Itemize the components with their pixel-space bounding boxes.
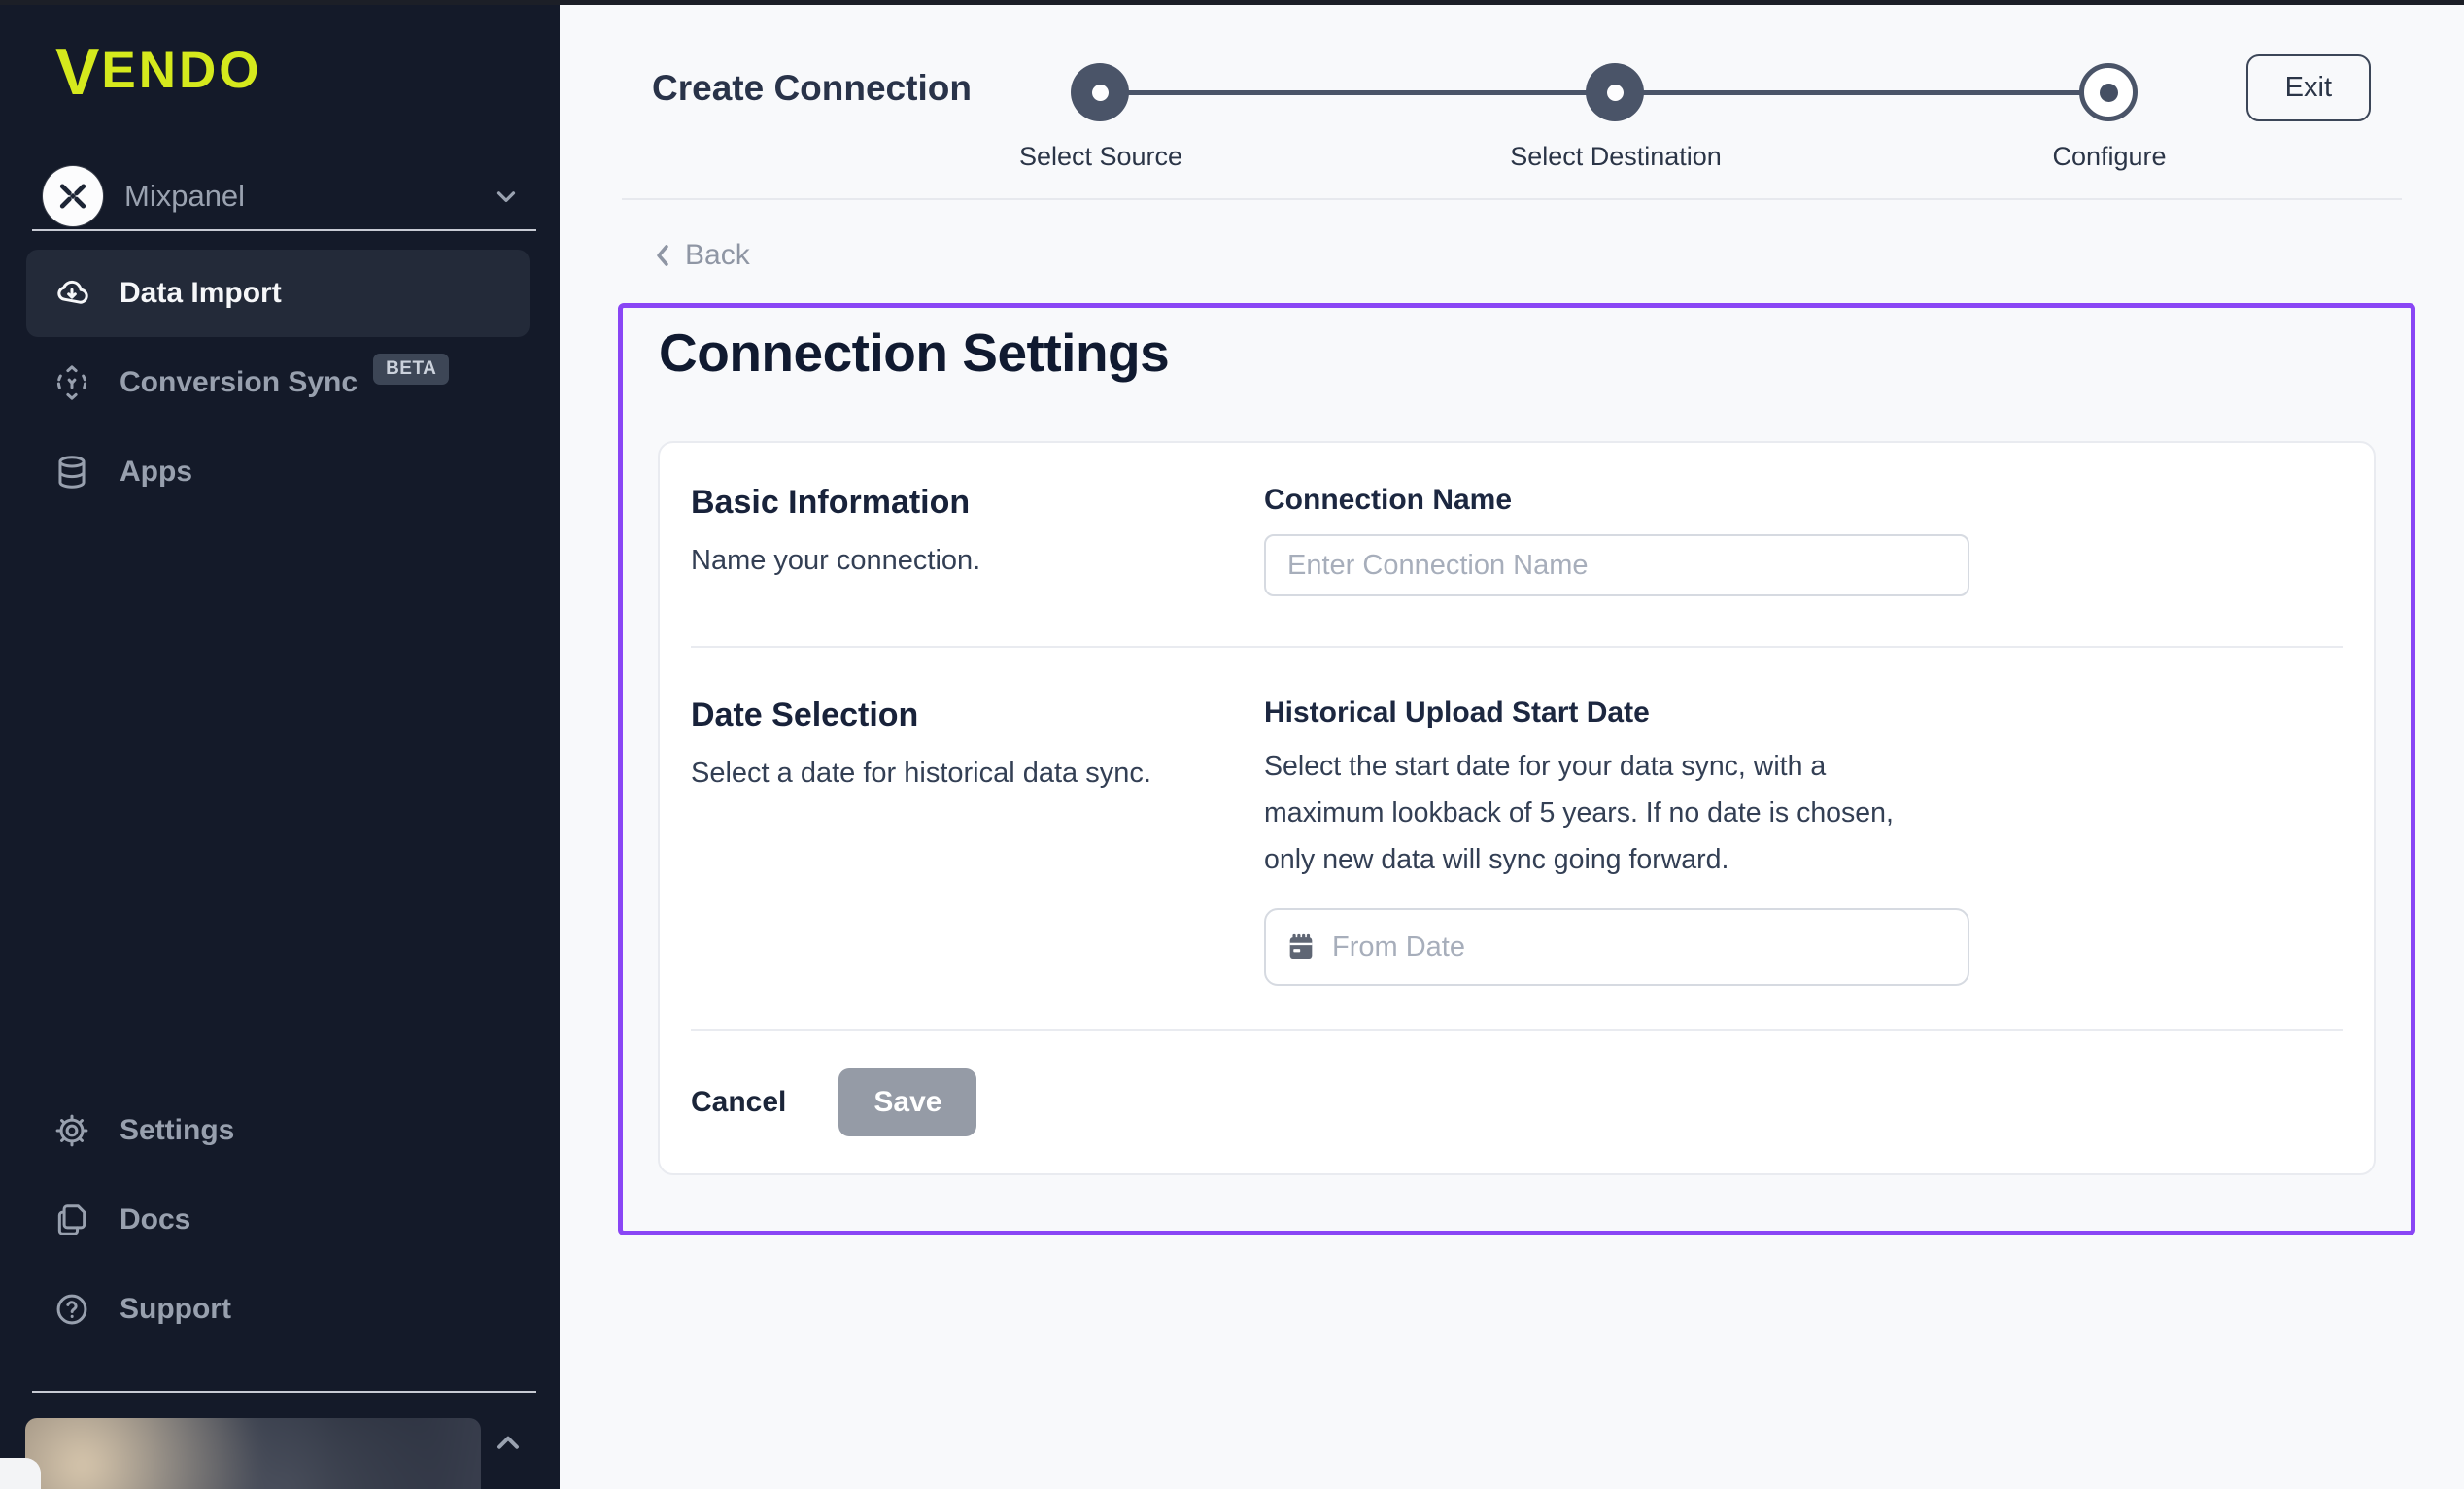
from-date-input[interactable] <box>1332 931 1948 964</box>
user-blurred-content <box>25 1418 481 1489</box>
connection-name-label: Connection Name <box>1264 484 2339 517</box>
sidebar-item-label: Apps <box>120 456 192 489</box>
step-dot-configure[interactable] <box>2079 63 2138 121</box>
mixpanel-logo-icon <box>43 166 103 226</box>
step-label-select-destination: Select Destination <box>1510 142 1722 172</box>
sidebar-item-apps[interactable]: Apps <box>26 428 530 516</box>
form-actions: Cancel Save <box>660 1031 2374 1173</box>
start-date-label: Historical Upload Start Date <box>1264 696 2339 729</box>
cloud-download-icon <box>53 275 90 312</box>
section-description: Name your connection. <box>691 545 1264 577</box>
settings-card: Basic Information Name your connection. … <box>658 441 2376 1175</box>
date-selection-row: Date Selection Select a date for histori… <box>660 648 2374 1029</box>
start-date-description: Select the start date for your data sync… <box>1264 743 1944 883</box>
user-account-card[interactable] <box>25 1418 481 1489</box>
sidebar-main-nav: Data Import Conversion Sync BETA Apps <box>26 250 530 518</box>
workspace-selector[interactable]: Mixpanel <box>43 163 521 229</box>
page-title: Create Connection <box>652 68 972 109</box>
database-icon <box>53 454 90 491</box>
beta-badge: BETA <box>373 354 449 385</box>
chevron-down-icon <box>492 182 521 211</box>
chevron-up-icon[interactable] <box>491 1426 526 1461</box>
connection-name-input[interactable] <box>1264 534 1969 596</box>
calendar-icon <box>1285 931 1317 963</box>
step-dot-select-source[interactable] <box>1071 63 1129 121</box>
basic-information-row: Basic Information Name your connection. … <box>660 443 2374 646</box>
sidebar-item-conversion-sync[interactable]: Conversion Sync BETA <box>26 339 530 426</box>
exit-button[interactable]: Exit <box>2246 54 2371 121</box>
sidebar-item-settings[interactable]: Settings <box>26 1087 530 1174</box>
main-area: Create Connection Select Source Select D… <box>560 0 2464 1489</box>
sidebar-divider-bottom <box>32 1391 536 1393</box>
sidebar-item-label: Data Import <box>120 277 282 310</box>
step-label-select-source: Select Source <box>1019 142 1182 172</box>
section-description: Select a date for historical data sync. <box>691 758 1264 790</box>
connection-settings-panel: Connection Settings Basic Information Na… <box>618 303 2415 1235</box>
chevron-left-icon <box>652 243 673 268</box>
sidebar-item-label: Settings <box>120 1114 234 1147</box>
window-top-edge <box>0 0 2464 5</box>
sidebar-footer-nav: Settings Docs Support <box>26 1087 530 1355</box>
header-divider <box>622 198 2402 200</box>
step-dot-select-destination[interactable] <box>1586 63 1644 121</box>
sidebar-item-label: Docs <box>120 1203 190 1236</box>
sidebar-item-label: Support <box>120 1293 231 1326</box>
help-icon <box>53 1291 90 1328</box>
sidebar-item-label: Conversion Sync <box>120 366 358 399</box>
section-heading: Basic Information <box>691 484 1264 522</box>
vendo-logo: VENDO <box>55 39 262 105</box>
workspace-name: Mixpanel <box>124 179 492 214</box>
stepper-line <box>1100 90 1615 95</box>
save-button[interactable]: Save <box>838 1068 976 1136</box>
from-date-field[interactable] <box>1264 908 1969 986</box>
sidebar-item-docs[interactable]: Docs <box>26 1176 530 1264</box>
step-label-configure: Configure <box>2052 142 2166 172</box>
gear-icon <box>53 1112 90 1149</box>
panel-title: Connection Settings <box>659 321 1169 384</box>
cancel-button[interactable]: Cancel <box>691 1086 786 1119</box>
corner-blob <box>0 1458 41 1489</box>
docs-icon <box>53 1201 90 1238</box>
sync-icon <box>53 364 90 401</box>
stepper-line <box>1615 90 2108 95</box>
section-heading: Date Selection <box>691 696 1264 734</box>
back-link[interactable]: Back <box>652 239 750 272</box>
sidebar: VENDO Mixpanel Data Import <box>0 0 560 1489</box>
sidebar-item-data-import[interactable]: Data Import <box>26 250 530 337</box>
sidebar-divider-top <box>32 229 536 231</box>
sidebar-item-support[interactable]: Support <box>26 1266 530 1353</box>
